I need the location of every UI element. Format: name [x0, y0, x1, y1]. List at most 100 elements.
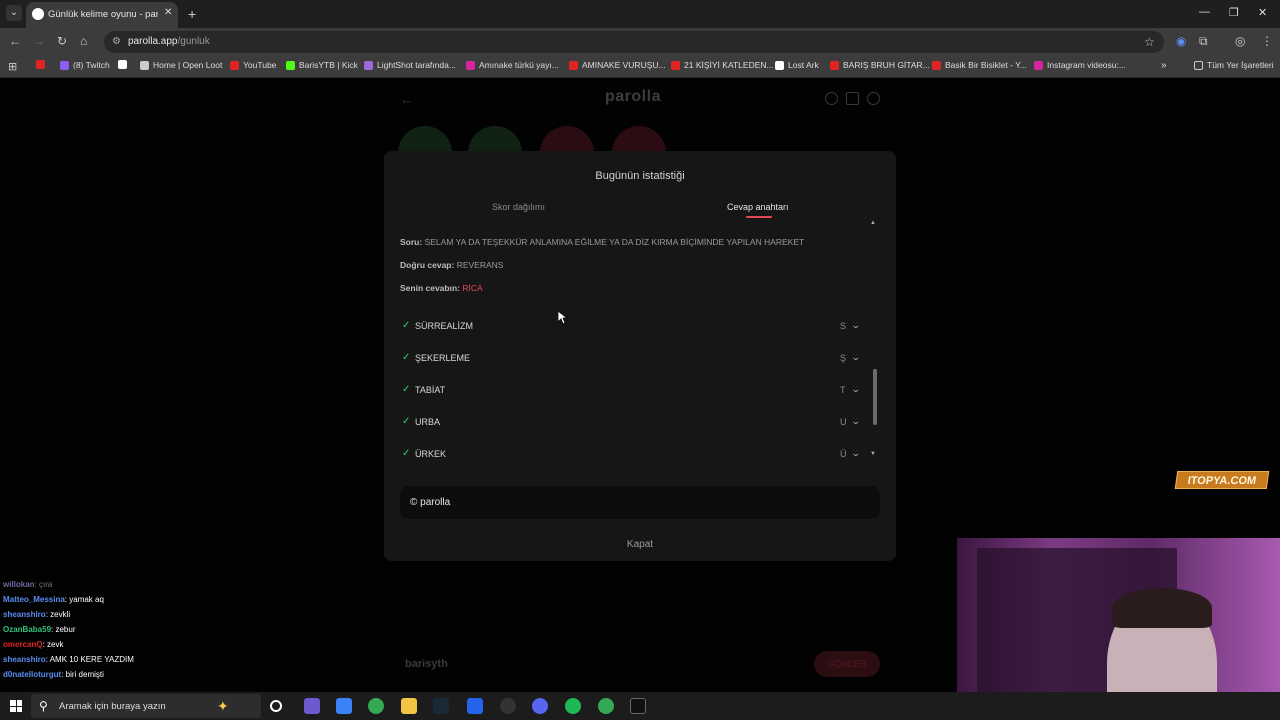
reload-icon[interactable]: ↻	[57, 34, 67, 48]
bookmark-favicon-icon	[364, 60, 373, 70]
scroll-down-arrow[interactable]: ▼	[870, 451, 876, 457]
correct-answer-line: Doğru cevap: REVERANS	[400, 260, 503, 270]
menu-kebab-icon[interactable]: ⋮	[1261, 34, 1273, 48]
chrome-icon[interactable]	[368, 698, 384, 714]
chevron-down-icon[interactable]: ⌄	[851, 416, 861, 427]
bookmark-favicon-icon	[671, 60, 680, 70]
bookmark-favicon-icon	[830, 60, 839, 70]
app-icon[interactable]	[304, 698, 320, 714]
store-icon[interactable]	[336, 698, 352, 714]
bookmark-item[interactable]: YouTube	[230, 60, 276, 70]
close-window-button[interactable]: ✕	[1258, 6, 1267, 19]
bookmark-item[interactable]: BarisYTB | Kick	[286, 60, 358, 70]
minimize-button[interactable]: —	[1199, 6, 1210, 18]
scroll-up-arrow[interactable]: ▲	[870, 220, 876, 226]
chat-username: omercanQ	[3, 640, 43, 649]
bookmark-label: BARIŞ BRUH GİTAR...	[843, 60, 930, 70]
bookmark-item[interactable]: Basik Bir Bisiklet - Y...	[932, 60, 1027, 70]
tab-answer-key[interactable]: Cevap anahtarı	[727, 202, 789, 212]
chat-text: : AMK 10 KERE YAZDIM	[45, 655, 134, 664]
check-icon: ✓	[402, 384, 411, 395]
answer-word: SÜRREALİZM	[415, 321, 474, 331]
file-explorer-icon[interactable]	[401, 698, 417, 714]
bookmark-label: 21 KİŞİYİ KATLEDEN...	[684, 60, 774, 70]
steam-icon[interactable]	[433, 698, 449, 714]
answer-row[interactable]: ✓ URBA U ⌄	[400, 416, 861, 431]
back-icon[interactable]: ←	[9, 34, 21, 48]
extensions-puzzle-icon[interactable]: ⧉	[1199, 34, 1208, 49]
bookmark-star-icon[interactable]: ☆	[1144, 35, 1155, 49]
bookmark-label: LightShot tarafında...	[377, 60, 456, 70]
check-icon: ✓	[402, 448, 411, 459]
tab-close-icon[interactable]: ✕	[164, 7, 172, 18]
all-bookmarks-button[interactable]: Tüm Yer İşaretleri	[1194, 60, 1274, 70]
start-button-icon[interactable]	[10, 700, 22, 712]
question-label: Soru:	[400, 237, 423, 247]
bookmark-item[interactable]: BARIŞ BRUH GİTAR...	[830, 60, 930, 70]
home-icon[interactable]: ⌂	[80, 34, 87, 48]
forward-icon[interactable]: →	[33, 34, 45, 48]
bookmark-item[interactable]	[36, 60, 45, 69]
apps-grid-icon[interactable]: ⊞	[8, 60, 17, 73]
epic-games-icon[interactable]	[630, 698, 646, 714]
extension-icon[interactable]: ◉	[1176, 34, 1186, 48]
chevron-down-icon[interactable]: ⌄	[851, 320, 861, 331]
chrome-icon[interactable]	[598, 698, 614, 714]
bookmark-item[interactable]: Instagram videosu:...	[1034, 60, 1126, 70]
new-tab-button[interactable]: +	[188, 6, 196, 22]
close-button[interactable]: Kapat	[384, 539, 896, 550]
answer-input[interactable]: barisyth	[405, 658, 448, 670]
page-back-icon[interactable]: ←	[400, 92, 413, 107]
answer-row[interactable]: ✓ TABİAT T ⌄	[400, 384, 861, 399]
bookmark-item[interactable]: Home | Open Loot	[140, 60, 222, 70]
tab-strip: ⌄ Günlük kelime oyunu - parolla ✕ + — ❐ …	[0, 0, 1280, 28]
sponsor-watermark: ITOPYA.COM	[1174, 471, 1270, 489]
chat-username: Matteo_Messina	[3, 595, 65, 604]
bookmark-item[interactable]: (8) Twitch	[60, 60, 110, 70]
answer-word: URBA	[415, 417, 441, 427]
site-info-icon[interactable]: ⚙	[112, 36, 121, 47]
bookmark-item[interactable]: Amınake türkü yayı...	[466, 60, 559, 70]
restore-button[interactable]: ❐	[1229, 6, 1239, 19]
active-tab-indicator	[746, 216, 772, 218]
app-icon[interactable]	[467, 698, 483, 714]
bookmark-item[interactable]: Lost Ark	[775, 60, 819, 70]
chevron-down-icon[interactable]: ⌄	[851, 352, 861, 363]
address-bar[interactable]: ⚙ parolla.app/gunluk ☆	[104, 31, 1164, 53]
answer-letter: U	[840, 417, 847, 427]
url-host: parolla.app	[128, 36, 178, 47]
chevron-down-icon[interactable]: ⌄	[851, 384, 861, 395]
chat-message: OzanBaba59: zebur	[3, 625, 76, 634]
app-icon[interactable]	[500, 698, 516, 714]
user-icon[interactable]	[867, 92, 880, 105]
discord-icon[interactable]	[532, 698, 548, 714]
bookmarks-overflow-icon[interactable]: »	[1161, 60, 1167, 71]
bookmark-favicon-icon	[140, 60, 149, 70]
scrollbar-thumb[interactable]	[873, 369, 877, 425]
bookmark-item[interactable]: AMINAKE VURUŞU...	[569, 60, 666, 70]
send-button[interactable]: GÖNDER	[814, 651, 880, 677]
profile-icon[interactable]: ◎	[1235, 34, 1245, 48]
bookmark-favicon-icon	[118, 60, 127, 69]
bookmark-favicon-icon	[60, 60, 69, 70]
answer-row[interactable]: ✓ ŞEKERLEME Ş ⌄	[400, 352, 861, 367]
answer-row[interactable]: ✓ ÜRKEK Ü ⌄	[400, 448, 861, 463]
bookmark-label: YouTube	[243, 60, 277, 70]
bookmark-item[interactable]: 21 KİŞİYİ KATLEDEN...	[671, 60, 774, 70]
stats-icon[interactable]	[846, 92, 859, 105]
chat-text: : çıra	[34, 580, 53, 589]
bookmark-item[interactable]	[118, 60, 127, 69]
answer-row[interactable]: ✓ SÜRREALİZM S ⌄	[400, 320, 861, 335]
info-icon[interactable]	[825, 92, 838, 105]
task-view-icon[interactable]	[270, 700, 282, 712]
bookmark-item[interactable]: LightShot tarafında...	[364, 60, 456, 70]
chevron-down-icon[interactable]: ⌄	[851, 448, 861, 459]
taskbar-search[interactable]: ⚲ Aramak için buraya yazın ✦	[31, 694, 261, 718]
browser-tab[interactable]: Günlük kelime oyunu - parolla ✕	[26, 2, 178, 28]
correct-answer-label: Doğru cevap:	[400, 260, 455, 270]
tab-search-button[interactable]: ⌄	[6, 5, 22, 21]
spotify-icon[interactable]	[565, 698, 581, 714]
tab-score-distribution[interactable]: Skor dağılımı	[492, 202, 545, 212]
chat-message: Matteo_Messina: yamak aq	[3, 595, 104, 604]
chat-message: sheanshiro: AMK 10 KERE YAZDIM	[3, 655, 134, 664]
